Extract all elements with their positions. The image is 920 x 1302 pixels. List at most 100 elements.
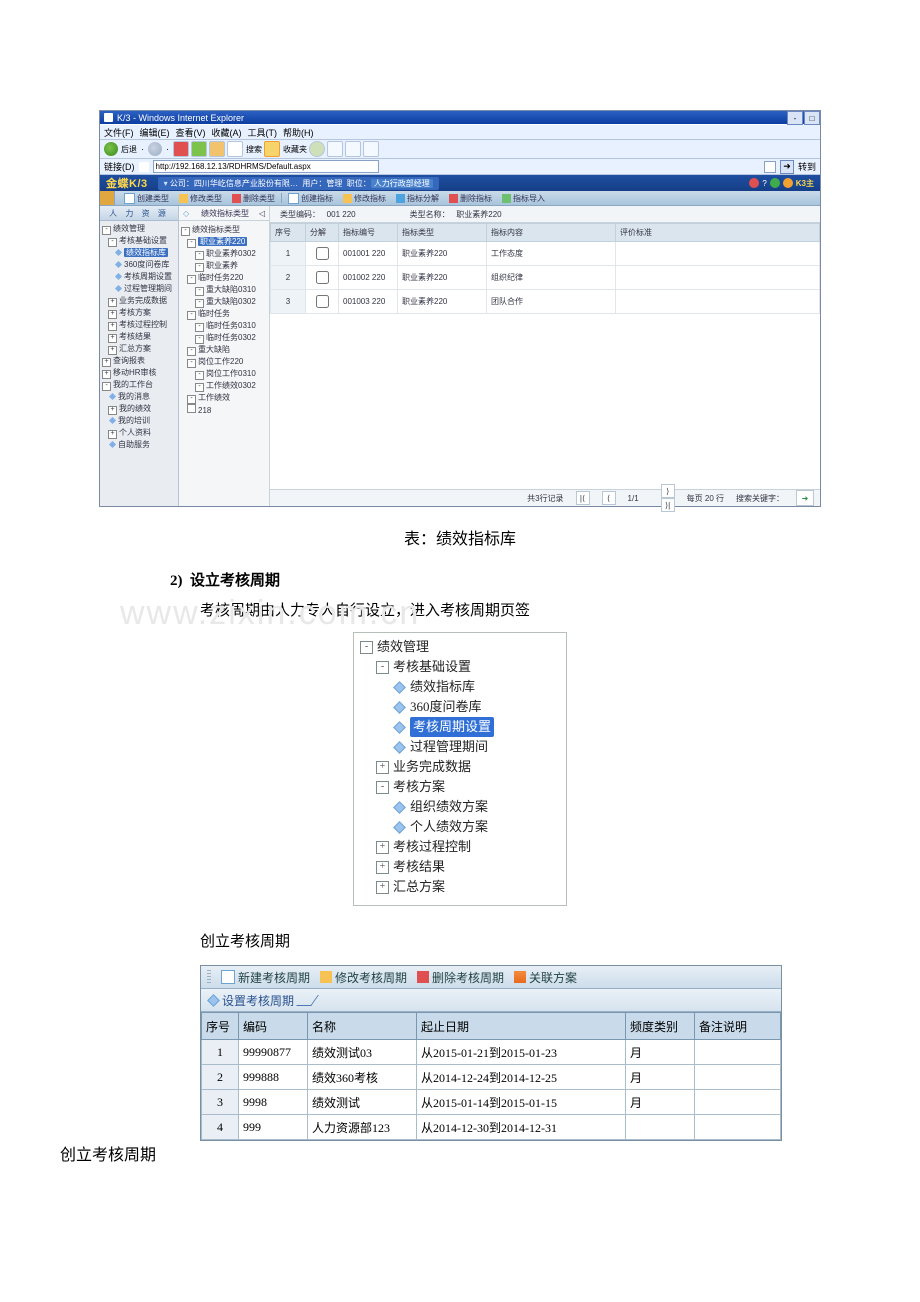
mid-item[interactable]: -临时任务220 [181, 272, 267, 284]
header-icon-1[interactable] [749, 178, 759, 188]
mid-item[interactable]: -绩效指标类型 [181, 224, 267, 236]
action-new-type[interactable]: 创建类型 [119, 193, 174, 204]
col-code[interactable]: 指标编号 [339, 224, 398, 242]
cycle-row[interactable]: 39998绩效测试从2015-01-14到2015-01-15月 [202, 1090, 781, 1115]
action-link-plan[interactable]: 关联方案 [514, 969, 577, 986]
action-import-indicator[interactable]: 指标导入 [497, 193, 550, 204]
tree-my-info[interactable]: +个人资料 [102, 427, 176, 439]
menu-view[interactable]: 查看(V) [176, 126, 206, 139]
go-button-icon[interactable]: ➜ [780, 160, 794, 174]
minimize-button[interactable]: - [787, 111, 803, 125]
mid-item[interactable]: -岗位工作0310 [181, 368, 267, 380]
tree-query[interactable]: +查询报表 [102, 355, 176, 367]
header-icon-3[interactable] [783, 178, 793, 188]
nav2-item[interactable]: 绩效指标库 [360, 677, 560, 697]
col-no[interactable]: 序号 [202, 1013, 239, 1040]
tree-my-train[interactable]: 我的培训 [102, 415, 176, 427]
search-button-icon[interactable] [227, 141, 243, 157]
col-freq[interactable]: 频度类别 [626, 1013, 695, 1040]
refresh-button-icon[interactable] [191, 141, 207, 157]
menu-fav[interactable]: 收藏(A) [212, 126, 242, 139]
nav2-item[interactable]: -考核方案 [360, 777, 560, 797]
address-dropdown-icon[interactable] [764, 161, 776, 173]
pager-first-icon[interactable]: |⟨ [576, 491, 590, 505]
mid-item[interactable]: -岗位工作220 [181, 356, 267, 368]
col-note[interactable]: 备注说明 [695, 1013, 781, 1040]
action-new-indicator[interactable]: 创建指标 [283, 193, 338, 204]
mid-item[interactable]: -重大缺陷0302 [181, 296, 267, 308]
tree-root[interactable]: -绩效管理 [102, 223, 176, 235]
print-button-icon[interactable] [345, 141, 361, 157]
collapse-icon[interactable]: ◁ [259, 209, 265, 218]
favorites-star-icon[interactable] [264, 141, 280, 157]
tree-summary[interactable]: +汇总方案 [102, 343, 176, 355]
col-no[interactable]: 序号 [271, 224, 306, 242]
cycle-row[interactable]: 4999人力资源部123从2014-12-30到2014-12-31 [202, 1115, 781, 1140]
table-row[interactable]: 1 001001 220 职业素养220 工作态度 [271, 242, 820, 266]
tree-process-control[interactable]: +考核过程控制 [102, 319, 176, 331]
tree-my-msg[interactable]: 我的消息 [102, 391, 176, 403]
address-input[interactable] [153, 160, 379, 173]
stop-button-icon[interactable] [173, 141, 189, 157]
action-categorize[interactable]: 指标分解 [391, 193, 444, 204]
action-edit-indicator[interactable]: 修改指标 [338, 193, 391, 204]
cycle-row[interactable]: 199990877绩效测试03从2015-01-21到2015-01-23月 [202, 1040, 781, 1065]
sidebar-toggle-icon[interactable] [100, 191, 115, 205]
col-standard[interactable]: 评价标准 [616, 224, 820, 242]
table-row[interactable]: 3 001003 220 职业素养220 团队合作 [271, 290, 820, 314]
menu-file[interactable]: 文件(F) [104, 126, 134, 139]
col-name[interactable]: 名称 [308, 1013, 417, 1040]
mid-item[interactable]: -重大缺陷0310 [181, 284, 267, 296]
col-range[interactable]: 起止日期 [417, 1013, 626, 1040]
nav2-item[interactable]: -绩效管理 [360, 637, 560, 657]
menu-help[interactable]: 帮助(H) [283, 126, 314, 139]
tree-process-period[interactable]: 过程管理期间 [102, 283, 176, 295]
nav2-item[interactable]: 组织绩效方案 [360, 797, 560, 817]
header-right-text[interactable]: K3主 [796, 178, 814, 189]
action-delete-type[interactable]: 删除类型 [227, 193, 280, 204]
nav2-item[interactable]: +考核过程控制 [360, 837, 560, 857]
tree-plan[interactable]: +考核方案 [102, 307, 176, 319]
mid-item[interactable]: 218 [181, 404, 267, 417]
edit-button-icon[interactable] [363, 141, 379, 157]
nav2-item[interactable]: +汇总方案 [360, 877, 560, 897]
home-button-icon[interactable] [209, 141, 225, 157]
maximize-button[interactable]: □ [804, 111, 820, 125]
mid-item[interactable]: -职业素养 [181, 260, 267, 272]
action-delete-indicator[interactable]: 删除指标 [444, 193, 497, 204]
pager-go-icon[interactable]: ➜ [796, 490, 814, 506]
tree-mobile[interactable]: +移动HR审核 [102, 367, 176, 379]
pager-prev-icon[interactable]: ⟨ [602, 491, 616, 505]
nav2-item[interactable]: +业务完成数据 [360, 757, 560, 777]
nav2-item[interactable]: 过程管理期间 [360, 737, 560, 757]
tree-my-workbench[interactable]: -我的工作台 [102, 379, 176, 391]
tree-cycle-setting[interactable]: 考核周期设置 [102, 271, 176, 283]
decomp-checkbox[interactable] [316, 247, 329, 260]
tree-biz-data[interactable]: +业务完成数据 [102, 295, 176, 307]
mid-item[interactable]: -临时任务0310 [181, 320, 267, 332]
tree-result[interactable]: +考核结果 [102, 331, 176, 343]
mid-item[interactable]: -工作绩效0302 [181, 380, 267, 392]
nav2-item-selected[interactable]: 考核周期设置 [360, 717, 560, 737]
menu-tools[interactable]: 工具(T) [248, 126, 278, 139]
cycle-row[interactable]: 2999888绩效360考核从2014-12-24到2014-12-25月 [202, 1065, 781, 1090]
nav2-item[interactable]: +考核结果 [360, 857, 560, 877]
col-type[interactable]: 指标类型 [398, 224, 487, 242]
nav2-item[interactable]: 360度问卷库 [360, 697, 560, 717]
mail-button-icon[interactable] [327, 141, 343, 157]
decomp-checkbox[interactable] [316, 295, 329, 308]
table-row[interactable]: 2 001002 220 职业素养220 组织纪律 [271, 266, 820, 290]
col-decomp[interactable]: 分解 [306, 224, 339, 242]
action-edit-cycle[interactable]: 修改考核周期 [320, 969, 407, 986]
tree-indicator-library[interactable]: 绩效指标库 [102, 247, 176, 259]
tree-360-bank[interactable]: 360度问卷库 [102, 259, 176, 271]
mid-item[interactable]: -临时任务 [181, 308, 267, 320]
forward-button-icon[interactable] [148, 142, 162, 156]
history-button-icon[interactable] [309, 141, 325, 157]
pager-next-icon[interactable]: ⟩ [661, 484, 675, 498]
pager-last-icon[interactable]: ⟩| [661, 498, 675, 512]
header-icon-2[interactable] [770, 178, 780, 188]
col-content[interactable]: 指标内容 [487, 224, 616, 242]
decomp-checkbox[interactable] [316, 271, 329, 284]
nav2-item[interactable]: 个人绩效方案 [360, 817, 560, 837]
